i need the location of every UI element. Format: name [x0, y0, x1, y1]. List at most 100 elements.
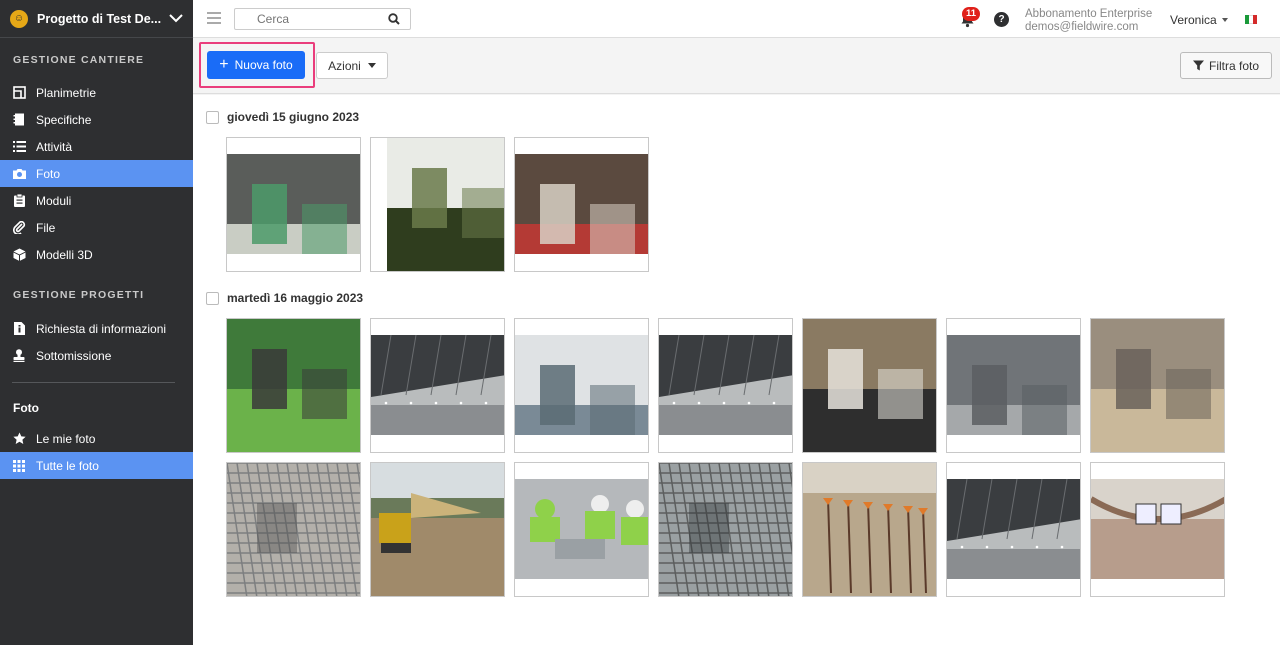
photo-thumbnail[interactable] — [946, 318, 1081, 453]
photo-thumbnail[interactable] — [802, 462, 937, 597]
photo-thumbnail[interactable] — [514, 462, 649, 597]
grid-icon — [12, 459, 26, 473]
filter-photos-button[interactable]: Filtra foto — [1180, 52, 1272, 79]
photos-toolbar: + Nuova foto Azioni Filtra foto — [193, 38, 1280, 94]
section-title-cantiere: GESTIONE CANTIERE — [13, 54, 145, 66]
photo-image — [947, 479, 1080, 579]
account-info[interactable]: Abbonamento Enterprise demos@fieldwire.c… — [1025, 8, 1152, 34]
photo-image — [803, 463, 936, 596]
sidebar-item-label: Specifiche — [36, 112, 92, 127]
photo-thumbnail[interactable] — [514, 137, 649, 272]
sidebar-item-label: Planimetrie — [36, 85, 97, 100]
sidebar-item-attivita[interactable]: Attività — [0, 133, 193, 160]
date-group-header: giovedì 15 giugno 2023 — [206, 110, 359, 124]
user-name: Veronica — [1170, 13, 1217, 27]
project-selector[interactable]: ☺ Progetto di Test De... — [0, 0, 193, 38]
star-icon — [12, 432, 26, 446]
hamburger-menu-icon[interactable] — [207, 12, 221, 24]
new-photo-label: Nuova foto — [234, 58, 293, 72]
photo-thumbnail[interactable] — [370, 137, 505, 272]
photo-image — [1091, 319, 1224, 452]
sidebar-item-specifiche[interactable]: Specifiche — [0, 106, 193, 133]
photo-image — [371, 463, 504, 596]
sidebar: ☺ Progetto di Test De... GESTIONE CANTIE… — [0, 0, 193, 645]
photo-image — [387, 138, 504, 271]
photo-image — [659, 463, 792, 596]
photo-thumbnail[interactable] — [370, 318, 505, 453]
photo-thumbnail[interactable] — [514, 318, 649, 453]
photo-thumbnail[interactable] — [226, 462, 361, 597]
sidebar-item-label: File — [36, 220, 56, 235]
photo-thumbnail[interactable] — [658, 462, 793, 597]
photo-thumbnail[interactable] — [946, 462, 1081, 597]
search-input[interactable] — [235, 9, 375, 29]
project-logo-icon: ☺ — [10, 9, 28, 28]
sidebar-item-modelli-3d[interactable]: Modelli 3D — [0, 241, 193, 268]
photo-image — [227, 463, 360, 596]
photo-thumbnail[interactable] — [226, 137, 361, 272]
actions-dropdown[interactable]: Azioni — [316, 52, 388, 79]
photo-thumbnail[interactable] — [226, 318, 361, 453]
sidebar-item-planimetrie[interactable]: Planimetrie — [0, 79, 193, 106]
info-doc-icon — [12, 322, 26, 336]
account-plan: Abbonamento Enterprise — [1025, 8, 1153, 20]
sidebar-item-tutte-le-foto[interactable]: Tutte le foto — [0, 452, 193, 479]
stamp-icon — [12, 349, 26, 363]
photo-thumbnail[interactable] — [658, 318, 793, 453]
date-group-header: martedì 16 maggio 2023 — [206, 291, 363, 305]
project-name: Progetto di Test De... — [37, 11, 162, 26]
search-icon[interactable] — [388, 13, 400, 25]
specs-icon — [12, 113, 26, 127]
top-bar: 11 ? Abbonamento Enterprise demos@fieldw… — [193, 0, 1280, 38]
photo-image — [803, 319, 936, 452]
select-group-checkbox[interactable] — [206, 110, 219, 124]
photo-image — [659, 335, 792, 435]
notification-badge[interactable]: 11 — [962, 7, 981, 21]
sidebar-item-label: Richiesta di informazioni — [36, 321, 167, 336]
floorplan-icon — [12, 86, 26, 100]
paperclip-icon — [12, 221, 26, 235]
sidebar-item-le-mie-foto[interactable]: Le mie foto — [0, 425, 193, 452]
italian-flag-icon[interactable] — [1245, 15, 1257, 24]
photo-image — [515, 335, 648, 435]
plus-icon: + — [219, 56, 229, 73]
photo-image — [227, 154, 360, 254]
help-icon[interactable]: ? — [994, 12, 1009, 27]
photo-thumbnail[interactable] — [370, 462, 505, 597]
sidebar-item-label: Foto — [36, 166, 61, 181]
filter-icon — [1192, 60, 1204, 71]
camera-icon — [12, 167, 26, 181]
photo-image — [1091, 479, 1224, 579]
sidebar-item-file[interactable]: File — [0, 214, 193, 241]
sidebar-item-moduli[interactable]: Moduli — [0, 187, 193, 214]
select-group-checkbox[interactable] — [206, 291, 219, 305]
search-box[interactable] — [234, 8, 411, 30]
clipboard-icon — [12, 194, 26, 208]
sidebar-item-label: Attività — [36, 139, 73, 154]
photo-thumbnail[interactable] — [802, 318, 937, 453]
chevron-down-icon[interactable] — [169, 12, 183, 26]
group-date: giovedì 15 giugno 2023 — [227, 110, 360, 124]
group-date: martedì 16 maggio 2023 — [227, 291, 364, 305]
actions-label: Azioni — [328, 58, 361, 73]
section-title-foto: Foto — [13, 401, 39, 415]
photo-thumbnail[interactable] — [1090, 318, 1225, 453]
caret-down-icon — [367, 63, 376, 68]
sidebar-item-foto[interactable]: Foto — [0, 160, 193, 187]
new-photo-button[interactable]: + Nuova foto — [207, 51, 305, 79]
sidebar-item-label: Sottomissione — [36, 348, 112, 363]
section-title-progetti: GESTIONE PROGETTI — [13, 289, 145, 301]
photo-image — [515, 154, 648, 254]
photo-thumbnail[interactable] — [1090, 462, 1225, 597]
sidebar-item-sottomissione[interactable]: Sottomissione — [0, 342, 193, 369]
filter-photos-label: Filtra foto — [1208, 58, 1259, 73]
user-menu[interactable]: Veronica — [1170, 13, 1228, 27]
photo-image — [227, 319, 360, 452]
sidebar-item-label: Tutte le foto — [36, 458, 99, 473]
sidebar-item-label: Modelli 3D — [36, 247, 93, 262]
photo-image — [947, 335, 1080, 435]
account-email: demos@fieldwire.com — [1025, 21, 1139, 33]
sidebar-item-label: Le mie foto — [36, 431, 96, 446]
sidebar-item-richiesta-informazioni[interactable]: Richiesta di informazioni — [0, 315, 193, 342]
caret-down-icon — [1221, 18, 1228, 22]
